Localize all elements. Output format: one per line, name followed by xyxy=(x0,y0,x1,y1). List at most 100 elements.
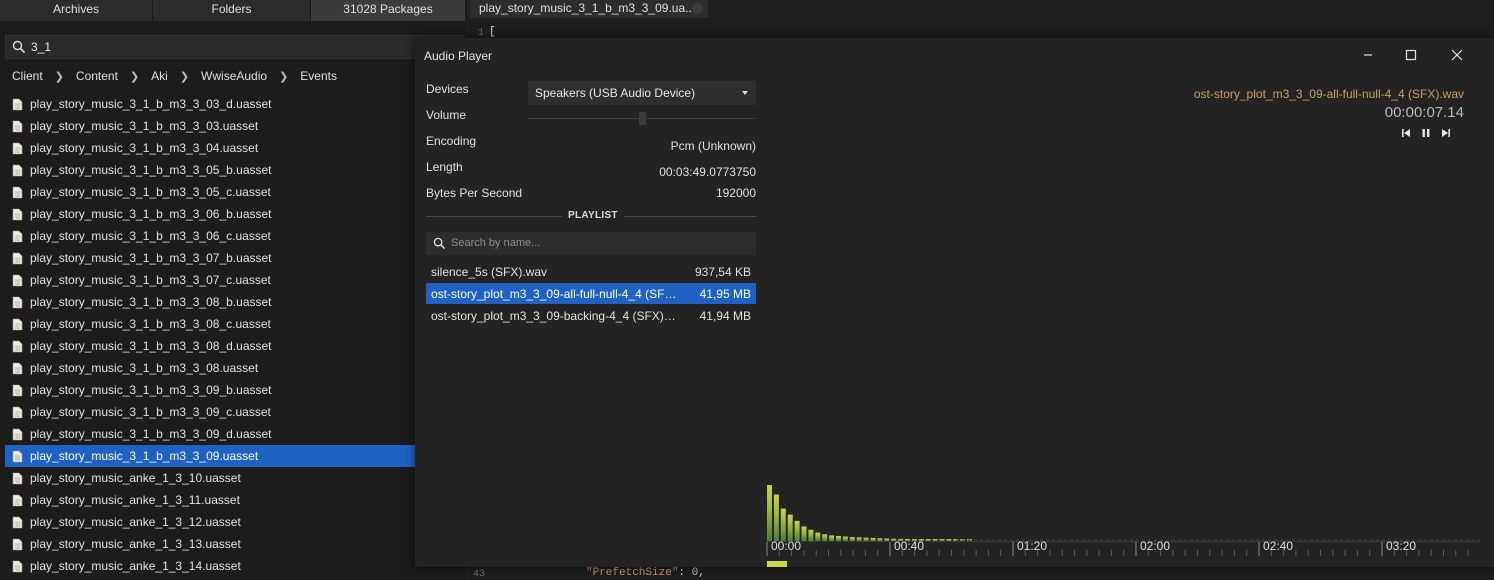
file-list-item[interactable]: play_story_music_3_1_b_m3_3_05_c.uasset xyxy=(5,181,415,203)
file-list-item[interactable]: play_story_music_3_1_b_m3_3_04.uasset xyxy=(5,137,415,159)
spectrum-bar xyxy=(822,534,828,541)
file-name: play_story_music_3_1_b_m3_3_09.uasset xyxy=(30,449,259,463)
pause-icon[interactable] xyxy=(1420,127,1432,139)
tab-folders[interactable]: Folders xyxy=(153,0,311,21)
file-list: play_story_music_3_1_b_m3_3_03_d.uasset p… xyxy=(5,93,415,577)
file-list-item[interactable]: play_story_music_anke_1_3_13.uasset xyxy=(5,533,415,555)
breadcrumb-item[interactable]: WwiseAudio xyxy=(201,69,267,83)
file-name: play_story_music_anke_1_3_14.uasset xyxy=(30,559,241,573)
file-icon xyxy=(12,296,23,308)
chevron-right-icon: ❯ xyxy=(179,70,190,83)
file-icon xyxy=(12,472,23,484)
file-list-item[interactable]: play_story_music_3_1_b_m3_3_07_c.uasset xyxy=(5,269,415,291)
playlist-item[interactable]: ost-story_plot_m3_3_09-backing-4_4 (SFX)… xyxy=(426,305,756,326)
next-icon[interactable] xyxy=(1440,127,1452,139)
file-list-item[interactable]: play_story_music_3_1_b_m3_3_06_b.uasset xyxy=(5,203,415,225)
spectrum-bar xyxy=(801,526,807,541)
timeline-tick-label: 00:40 xyxy=(894,539,925,553)
file-icon xyxy=(12,560,23,572)
playlist-title: PLAYLIST xyxy=(568,210,618,221)
file-list-item[interactable]: play_story_music_3_1_b_m3_3_09.uasset xyxy=(5,445,415,467)
tab-packages[interactable]: 31028 Packages xyxy=(311,0,466,21)
spectrum-bar xyxy=(808,529,814,541)
file-list-item[interactable]: play_story_music_anke_1_3_14.uasset xyxy=(5,555,415,577)
file-icon xyxy=(12,406,23,418)
file-name: play_story_music_3_1_b_m3_3_08_c.uasset xyxy=(30,317,271,331)
spectrum-bar xyxy=(773,494,779,541)
volume-slider-thumb[interactable] xyxy=(639,112,646,125)
file-list-item[interactable]: play_story_music_anke_1_3_11.uasset xyxy=(5,489,415,511)
file-list-item[interactable]: play_story_music_3_1_b_m3_3_07_b.uasset xyxy=(5,247,415,269)
file-list-item[interactable]: play_story_music_anke_1_3_12.uasset xyxy=(5,511,415,533)
file-list-item[interactable]: play_story_music_3_1_b_m3_3_08.uasset xyxy=(5,357,415,379)
minimize-icon[interactable] xyxy=(1353,45,1383,65)
previous-icon[interactable] xyxy=(1400,127,1412,139)
file-name: play_story_music_3_1_b_m3_3_09_c.uasset xyxy=(30,405,271,419)
search-icon xyxy=(433,237,446,250)
length-value: 00:03:49.0773750 xyxy=(659,165,756,179)
editor-tab[interactable]: play_story_music_3_1_b_m3_3_09.ua... xyxy=(470,0,708,18)
line-number: 43 xyxy=(473,569,486,580)
file-name: play_story_music_anke_1_3_13.uasset xyxy=(30,537,241,551)
package-search-input[interactable]: 3_1 xyxy=(5,35,465,59)
file-icon xyxy=(12,164,23,176)
window-title: Audio Player xyxy=(424,49,493,63)
code-line: "PrefetchSize": 0, xyxy=(586,567,705,579)
volume-slider[interactable] xyxy=(528,112,756,125)
file-list-item[interactable]: play_story_music_3_1_b_m3_3_09_b.uasset xyxy=(5,379,415,401)
file-list-item[interactable]: play_story_music_3_1_b_m3_3_03_d.uasset xyxy=(5,93,415,115)
file-icon xyxy=(12,98,23,110)
device-value: Speakers (USB Audio Device) xyxy=(535,86,696,100)
file-list-item[interactable]: play_story_music_3_1_b_m3_3_05_b.uasset xyxy=(5,159,415,181)
audio-visualizer[interactable] xyxy=(766,484,1480,567)
file-icon xyxy=(12,274,23,286)
file-name: play_story_music_3_1_b_m3_3_09_b.uasset xyxy=(30,383,272,397)
playlist-header: PLAYLIST xyxy=(426,210,756,222)
timeline-tick-label: 01:20 xyxy=(1017,539,1048,553)
file-list-item[interactable]: play_story_music_3_1_b_m3_3_09_c.uasset xyxy=(5,401,415,423)
playlist-item[interactable]: ost-story_plot_m3_3_09-all-full-null-4_4… xyxy=(426,283,756,304)
file-icon xyxy=(12,428,23,440)
file-name: play_story_music_3_1_b_m3_3_08.uasset xyxy=(30,361,259,375)
breadcrumb-item[interactable]: Aki xyxy=(151,69,168,83)
playback-progress[interactable] xyxy=(767,561,787,567)
bytes-per-second-value: 192000 xyxy=(715,186,756,200)
breadcrumb-item[interactable]: Client xyxy=(12,69,43,83)
code-line: [ xyxy=(489,26,496,38)
file-icon xyxy=(12,538,23,550)
breadcrumb-item[interactable]: Events xyxy=(300,69,337,83)
file-list-item[interactable]: play_story_music_anke_1_3_10.uasset xyxy=(5,467,415,489)
file-list-item[interactable]: play_story_music_3_1_b_m3_3_09_d.uasset xyxy=(5,423,415,445)
file-icon xyxy=(12,186,23,198)
bytes-per-second-label: Bytes Per Second xyxy=(426,186,523,200)
timeline-tick-label: 02:40 xyxy=(1263,539,1294,553)
playlist-item-name: ost-story_plot_m3_3_09-all-full-null-4_4… xyxy=(431,287,679,301)
volume-label: Volume xyxy=(426,108,467,122)
spectrum-bar xyxy=(780,508,786,541)
playlist-item[interactable]: silence_5s (SFX).wav 937,54 KB xyxy=(426,261,756,282)
encoding-label: Encoding xyxy=(426,134,477,148)
spectrum-bar xyxy=(787,514,793,541)
file-icon xyxy=(12,362,23,374)
chevron-right-icon: ❯ xyxy=(54,70,64,83)
file-list-item[interactable]: play_story_music_3_1_b_m3_3_03.uasset xyxy=(5,115,415,137)
file-icon xyxy=(12,208,23,220)
breadcrumb-item[interactable]: Content xyxy=(76,69,118,83)
file-name: play_story_music_anke_1_3_10.uasset xyxy=(30,471,241,485)
dropdown-arrow-icon xyxy=(742,91,748,95)
tab-close-icon[interactable] xyxy=(692,3,703,14)
file-list-item[interactable]: play_story_music_3_1_b_m3_3_06_c.uasset xyxy=(5,225,415,247)
playlist-search-input[interactable]: Search by name... xyxy=(426,232,756,255)
playlist-item-size: 41,94 MB xyxy=(699,309,751,323)
file-icon xyxy=(12,384,23,396)
close-icon[interactable] xyxy=(1442,45,1472,65)
length-label: Length xyxy=(426,160,463,174)
file-list-item[interactable]: play_story_music_3_1_b_m3_3_08_c.uasset xyxy=(5,313,415,335)
file-name: play_story_music_3_1_b_m3_3_05_c.uasset xyxy=(30,185,271,199)
file-list-item[interactable]: play_story_music_3_1_b_m3_3_08_b.uasset xyxy=(5,291,415,313)
file-list-item[interactable]: play_story_music_3_1_b_m3_3_08_d.uasset xyxy=(5,335,415,357)
device-select[interactable]: Speakers (USB Audio Device) xyxy=(528,81,756,105)
file-name: play_story_music_3_1_b_m3_3_08_d.uasset xyxy=(30,339,272,353)
tab-archives[interactable]: Archives xyxy=(0,0,153,21)
maximize-icon[interactable] xyxy=(1396,45,1426,65)
